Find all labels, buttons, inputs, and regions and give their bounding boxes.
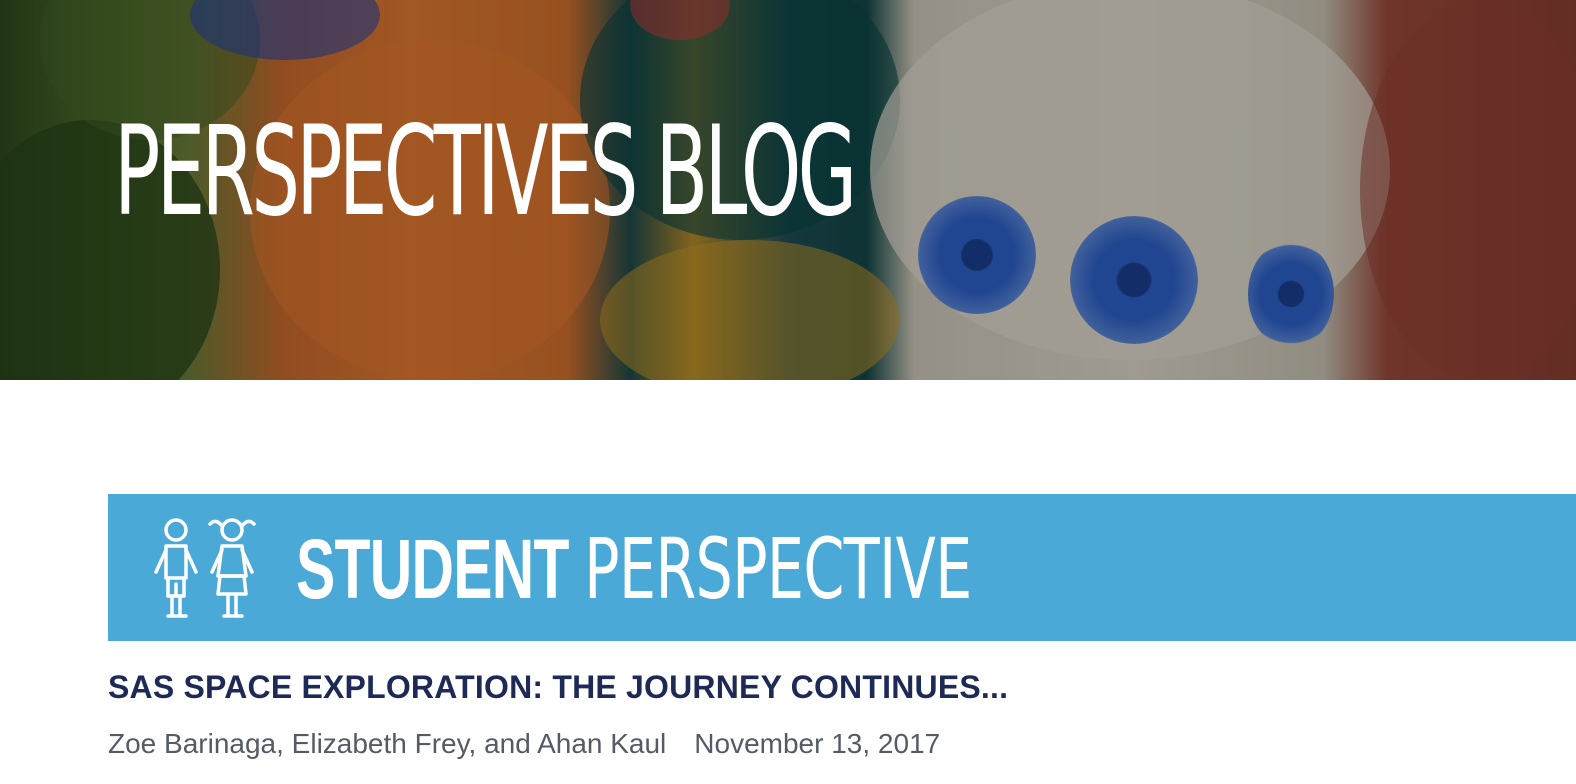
banner-light-text: PERSPECTIVE [584, 520, 972, 618]
two-children-icon [154, 518, 256, 618]
post-date: November 13, 2017 [694, 728, 941, 759]
page-title: PERSPECTIVES BLOG [114, 100, 857, 244]
post-authors: Zoe Barinaga, Elizabeth Frey, and Ahan K… [108, 728, 667, 759]
hero-banner-image: PERSPECTIVES BLOG [0, 0, 1576, 380]
post-meta: Zoe Barinaga, Elizabeth Frey, and Ahan K… [108, 724, 940, 764]
banner-bold-text: STUDENT [296, 522, 569, 616]
banner-heading: STUDENT PERSPECTIVE [296, 504, 972, 634]
post-title-link[interactable]: SAS SPACE EXPLORATION: THE JOURNEY CONTI… [108, 664, 1008, 710]
student-perspective-banner: STUDENT PERSPECTIVE [108, 494, 1576, 641]
